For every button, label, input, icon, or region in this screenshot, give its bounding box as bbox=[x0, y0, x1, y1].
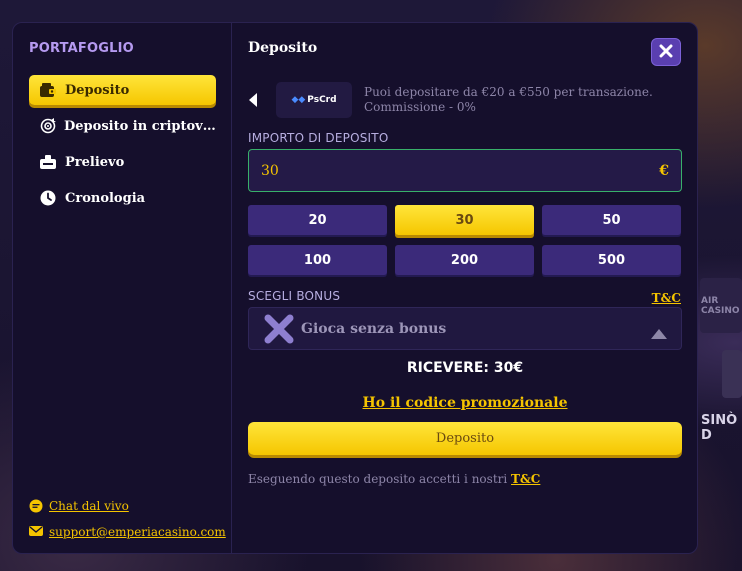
crypto-target-icon bbox=[39, 117, 56, 135]
no-bonus-icon bbox=[263, 313, 295, 345]
chevron-up-icon bbox=[651, 324, 667, 343]
sidebar-item-crypto-deposit[interactable]: Deposito in criptova... bbox=[29, 111, 216, 141]
page-title: Deposito bbox=[248, 40, 318, 56]
sidebar-title: PORTAFOGLIO bbox=[29, 41, 134, 56]
background-game-card bbox=[722, 350, 742, 398]
chevron-left-icon[interactable] bbox=[248, 93, 262, 107]
preset-button-500[interactable]: 500 bbox=[542, 245, 681, 275]
sidebar-item-label: Deposito bbox=[65, 82, 130, 98]
preset-amounts: 20 30 50 100 200 500 bbox=[248, 205, 682, 275]
close-button[interactable] bbox=[651, 38, 681, 66]
preset-button-50[interactable]: 50 bbox=[542, 205, 681, 235]
sidebar-item-deposit[interactable]: Deposito bbox=[29, 75, 216, 105]
currency-symbol: € bbox=[659, 162, 669, 179]
live-chat-row: Chat dal vivo bbox=[29, 499, 226, 513]
terms-link[interactable]: T&C bbox=[511, 472, 540, 486]
background-text: AIR CASINO bbox=[701, 296, 740, 316]
sidebar-item-label: Prelievo bbox=[65, 154, 125, 170]
paysafecard-logo-icon: ◆◆ bbox=[291, 95, 306, 105]
mail-icon bbox=[29, 525, 43, 539]
clock-icon bbox=[39, 189, 57, 207]
amount-label: IMPORTO DI DEPOSITO bbox=[248, 131, 389, 145]
deposit-terms: Eseguendo questo deposito accetti i nost… bbox=[248, 472, 540, 486]
preset-button-100[interactable]: 100 bbox=[248, 245, 387, 275]
background-text: SINÒ D bbox=[701, 413, 738, 443]
payment-info: Puoi depositare da €20 a €550 per transa… bbox=[364, 85, 653, 115]
deposit-panel: Deposito ◆◆ PsCrd Puoi depositare da €20… bbox=[232, 23, 697, 553]
bonus-label: SCEGLI BONUS bbox=[248, 289, 341, 303]
live-chat-link[interactable]: Chat dal vivo bbox=[49, 499, 129, 513]
preset-button-20[interactable]: 20 bbox=[248, 205, 387, 235]
close-icon bbox=[659, 43, 673, 62]
preset-button-30[interactable]: 30 bbox=[395, 205, 534, 235]
preset-button-200[interactable]: 200 bbox=[395, 245, 534, 275]
sidebar-item-history[interactable]: Cronologia bbox=[29, 183, 216, 213]
receive-amount: RICEVERE: 30€ bbox=[406, 360, 524, 376]
amount-input[interactable] bbox=[261, 162, 621, 179]
deposit-submit-button[interactable]: Deposito bbox=[248, 422, 682, 455]
promo-code-row: Ho il codice promozionale bbox=[248, 392, 682, 411]
chat-icon bbox=[29, 499, 43, 513]
bonus-selected-value: Gioca senza bonus bbox=[301, 320, 447, 337]
payment-method-card[interactable]: ◆◆ PsCrd bbox=[276, 82, 352, 118]
sidebar-item-label: Cronologia bbox=[65, 190, 146, 206]
sidebar-item-withdraw[interactable]: Prelievo bbox=[29, 147, 216, 177]
promo-code-link[interactable]: Ho il codice promozionale bbox=[363, 395, 568, 411]
support-email-row: support@emperiacasino.com bbox=[29, 525, 226, 539]
terms-text: Eseguendo questo deposito accetti i nost… bbox=[248, 472, 508, 486]
wallet-sidebar: PORTAFOGLIO Deposito Deposito in criptov… bbox=[13, 23, 232, 553]
withdraw-icon bbox=[39, 153, 57, 171]
wallet-icon bbox=[39, 81, 57, 99]
bonus-select[interactable]: Gioca senza bonus bbox=[248, 307, 682, 350]
sidebar-nav: Deposito Deposito in criptova... Preliev… bbox=[29, 75, 216, 219]
wallet-modal: PORTAFOGLIO Deposito Deposito in criptov… bbox=[12, 22, 698, 554]
bonus-terms-link[interactable]: T&C bbox=[652, 291, 681, 305]
payment-method-label: PsCrd bbox=[307, 95, 337, 105]
deposit-limits-text: Puoi depositare da €20 a €550 per transa… bbox=[364, 85, 653, 99]
payment-method-row: ◆◆ PsCrd Puoi depositare da €20 a €550 p… bbox=[248, 82, 653, 118]
commission-text: Commissione - 0% bbox=[364, 100, 476, 114]
support-email-link[interactable]: support@emperiacasino.com bbox=[49, 525, 226, 539]
support-section: Chat dal vivo support@emperiacasino.com bbox=[29, 487, 226, 539]
sidebar-item-label: Deposito in criptova... bbox=[64, 118, 216, 134]
amount-field[interactable]: € bbox=[248, 149, 682, 192]
